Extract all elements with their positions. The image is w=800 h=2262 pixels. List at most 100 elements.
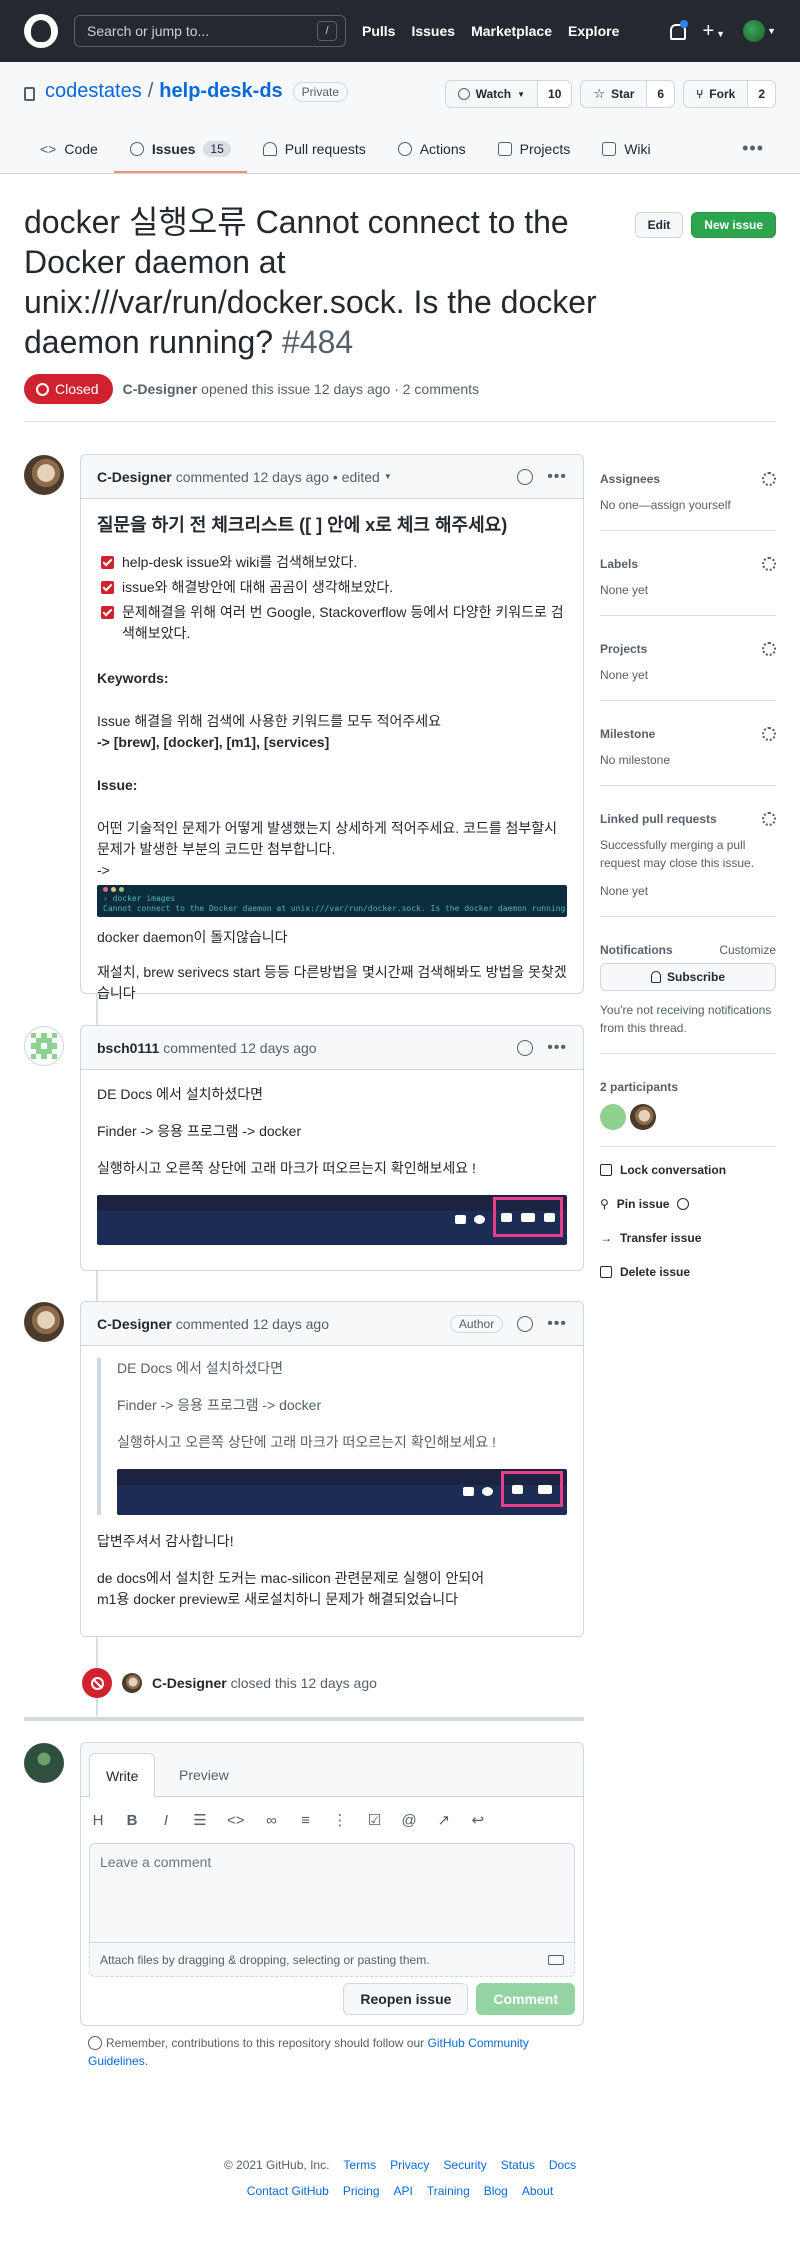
- transfer-issue-button[interactable]: → Transfer issue: [600, 1231, 776, 1245]
- cross-reference-icon[interactable]: ↗: [437, 1811, 451, 1829]
- attach-files-area[interactable]: Attach files by dragging & dropping, sel…: [89, 1943, 575, 1977]
- gear-icon[interactable]: [762, 472, 776, 486]
- nav-marketplace[interactable]: Marketplace: [471, 23, 552, 39]
- watch-button[interactable]: Watch ▼: [446, 81, 539, 107]
- gear-icon[interactable]: [762, 727, 776, 741]
- repo-owner-link[interactable]: codestates: [45, 80, 142, 103]
- markdown-icon[interactable]: [548, 1954, 564, 1965]
- bold-icon[interactable]: B: [125, 1812, 139, 1829]
- create-new-menu[interactable]: + ▼: [702, 20, 725, 43]
- code-icon[interactable]: <>: [227, 1812, 245, 1829]
- footer-link-status[interactable]: Status: [501, 2158, 535, 2172]
- ordered-list-icon[interactable]: ⋮: [333, 1811, 348, 1829]
- gear-icon[interactable]: [762, 812, 776, 826]
- search-input[interactable]: Search or jump to... /: [74, 15, 346, 47]
- smiley-icon[interactable]: [517, 1039, 534, 1056]
- menu-bar-screenshot[interactable]: [97, 1195, 567, 1245]
- avatar[interactable]: [24, 1743, 64, 1783]
- task-list-icon[interactable]: ☑: [368, 1811, 382, 1829]
- lock-conversation-button[interactable]: Lock conversation: [600, 1163, 776, 1177]
- note-text: Remember, contributions to this reposito…: [106, 2036, 425, 2050]
- projects-title[interactable]: Projects: [600, 642, 647, 656]
- footer-link-blog[interactable]: Blog: [484, 2184, 508, 2198]
- issue-author-link[interactable]: C-Designer: [123, 381, 198, 397]
- pin-issue-button[interactable]: ⚲ Pin issue: [600, 1197, 776, 1211]
- nav-explore[interactable]: Explore: [568, 23, 619, 39]
- participant-avatar[interactable]: [630, 1104, 656, 1130]
- delete-issue-button[interactable]: Delete issue: [600, 1265, 776, 1279]
- fork-button[interactable]: ⑂ Fork: [684, 81, 749, 107]
- notifications-bell-icon[interactable]: [668, 20, 689, 40]
- footer-link-contact[interactable]: Contact GitHub: [247, 2184, 329, 2198]
- menu-bar-screenshot[interactable]: [117, 1469, 567, 1515]
- smiley-icon[interactable]: [517, 468, 534, 485]
- event-author-link[interactable]: C-Designer: [152, 1675, 227, 1691]
- checkbox-checked-icon[interactable]: [101, 556, 114, 569]
- footer-link-pricing[interactable]: Pricing: [343, 2184, 380, 2198]
- comment-author-link[interactable]: C-Designer: [97, 469, 172, 485]
- comment-button[interactable]: Comment: [476, 1983, 575, 2015]
- kebab-horizontal-icon[interactable]: •••: [547, 468, 567, 486]
- tab-issues[interactable]: Issues 15: [113, 141, 247, 173]
- tab-code[interactable]: <> Code: [24, 141, 114, 173]
- github-logo-icon[interactable]: [24, 14, 58, 48]
- labels-title[interactable]: Labels: [600, 557, 638, 571]
- footer-link-security[interactable]: Security: [443, 2158, 486, 2172]
- kebab-horizontal-icon[interactable]: •••: [547, 1315, 567, 1333]
- avatar[interactable]: [24, 455, 64, 495]
- gear-icon[interactable]: [762, 557, 776, 571]
- customize-link[interactable]: Customize: [719, 943, 776, 957]
- milestone-title[interactable]: Milestone: [600, 727, 655, 741]
- tab-actions[interactable]: Actions: [382, 141, 482, 173]
- avatar[interactable]: [24, 1026, 64, 1066]
- reopen-issue-button[interactable]: Reopen issue: [343, 1983, 469, 2015]
- unordered-list-icon[interactable]: ≡: [299, 1812, 313, 1829]
- tab-projects-label: Projects: [519, 141, 571, 157]
- star-count[interactable]: 6: [647, 81, 675, 107]
- linked-prs-title[interactable]: Linked pull requests: [600, 812, 717, 826]
- subscribe-button[interactable]: Subscribe: [600, 963, 776, 991]
- repo-name-link[interactable]: help-desk-ds: [159, 80, 282, 103]
- kebab-horizontal-icon[interactable]: •••: [547, 1039, 567, 1057]
- footer-link-docs[interactable]: Docs: [549, 2158, 576, 2172]
- new-issue-button[interactable]: New issue: [691, 212, 776, 238]
- tab-wiki[interactable]: Wiki: [586, 141, 666, 173]
- comment-author-link[interactable]: C-Designer: [97, 1316, 172, 1332]
- smiley-icon[interactable]: [517, 1315, 534, 1332]
- comment-textarea[interactable]: Leave a comment: [89, 1843, 575, 1943]
- quote-icon[interactable]: ☰: [193, 1811, 207, 1829]
- fork-count[interactable]: 2: [748, 81, 775, 107]
- italic-icon[interactable]: I: [159, 1812, 173, 1829]
- footer-link-terms[interactable]: Terms: [343, 2158, 376, 2172]
- avatar[interactable]: [122, 1673, 142, 1693]
- gear-icon[interactable]: [762, 642, 776, 656]
- assignees-title[interactable]: Assignees: [600, 472, 660, 486]
- footer-link-api[interactable]: API: [394, 2184, 413, 2198]
- checkbox-checked-icon[interactable]: [101, 606, 114, 619]
- reply-icon[interactable]: ↩: [471, 1811, 485, 1829]
- tab-preview[interactable]: Preview: [163, 1753, 245, 1797]
- mention-icon[interactable]: @: [402, 1812, 417, 1829]
- link-icon[interactable]: ∞: [265, 1812, 279, 1829]
- assignees-text[interactable]: No one—assign yourself: [600, 496, 776, 514]
- nav-pulls[interactable]: Pulls: [362, 23, 395, 39]
- terminal-screenshot[interactable]: › docker images Cannot connect to the Do…: [97, 885, 567, 917]
- comment-author-link[interactable]: bsch0111: [97, 1040, 159, 1056]
- edit-button[interactable]: Edit: [634, 212, 684, 238]
- tab-write[interactable]: Write: [89, 1753, 156, 1798]
- footer-link-training[interactable]: Training: [427, 2184, 470, 2198]
- watch-count[interactable]: 10: [538, 81, 572, 107]
- checkbox-checked-icon[interactable]: [101, 581, 114, 594]
- nav-issues[interactable]: Issues: [411, 23, 455, 39]
- heading-icon[interactable]: H: [91, 1812, 105, 1829]
- tab-projects[interactable]: Projects: [482, 141, 587, 173]
- avatar[interactable]: [24, 1302, 64, 1342]
- footer-link-privacy[interactable]: Privacy: [390, 2158, 429, 2172]
- tab-pull-requests[interactable]: Pull requests: [247, 141, 382, 173]
- chevron-down-icon[interactable]: ▼: [384, 472, 392, 481]
- footer-link-about[interactable]: About: [522, 2184, 553, 2198]
- user-menu[interactable]: ▼: [743, 20, 776, 42]
- star-button[interactable]: ☆ Star: [581, 81, 648, 107]
- more-menu-icon[interactable]: •••: [742, 138, 764, 159]
- participant-avatar[interactable]: [600, 1104, 626, 1130]
